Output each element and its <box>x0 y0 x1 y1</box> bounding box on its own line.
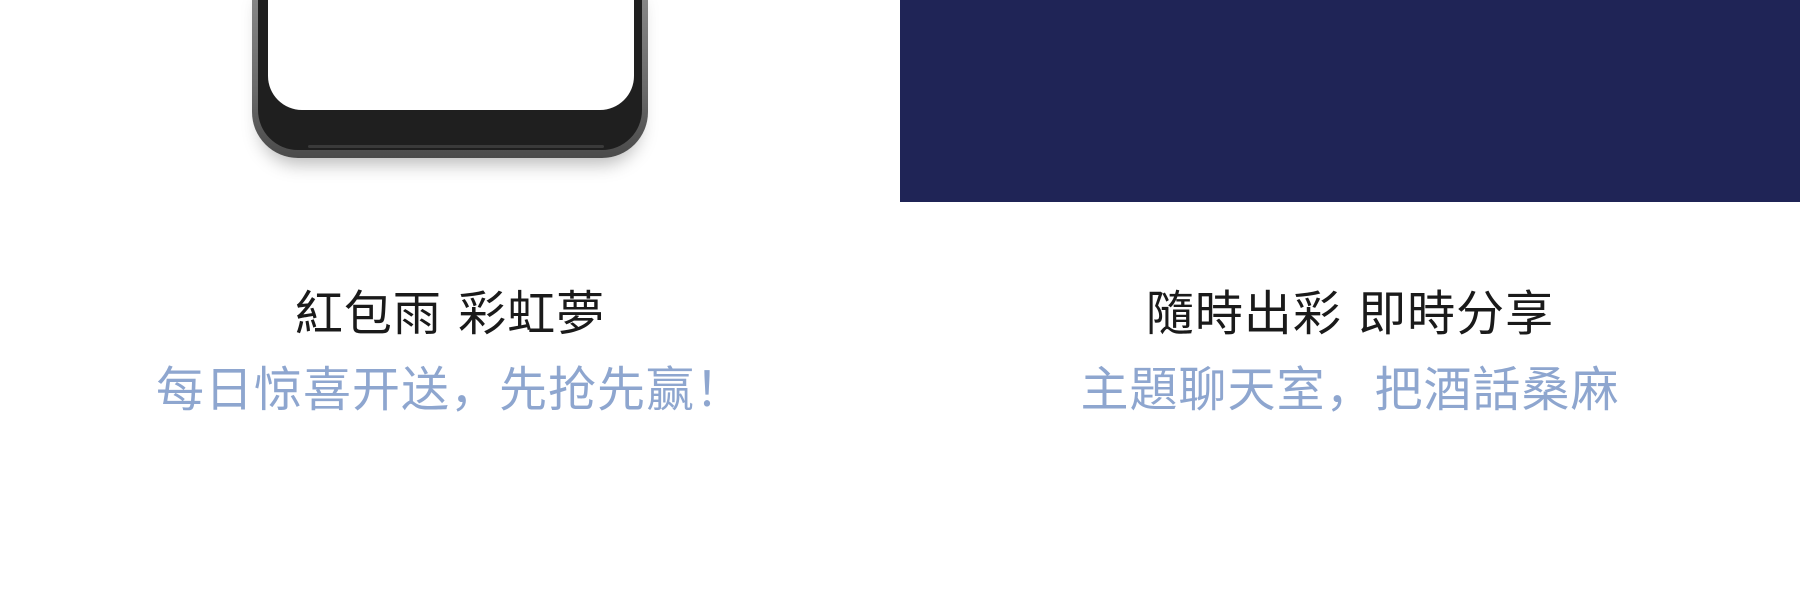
feature-subtitle: 主題聊天室，把酒話桑麻 <box>1080 362 1620 418</box>
phone-body <box>258 0 642 150</box>
feature-title: 隨時出彩 即時分享 <box>1145 286 1555 342</box>
feature-title: 紅包雨 彩虹夢 <box>294 286 606 342</box>
phone-edge-highlight <box>308 145 604 148</box>
page: 紅包雨 彩虹夢 每日惊喜开送，先抢先赢！ 隨時出彩 即時分享 主題聊天室，把酒話… <box>0 0 1800 595</box>
feature-image-panel <box>900 0 1800 202</box>
feature-subtitle: 每日惊喜开送，先抢先赢！ <box>155 362 744 418</box>
feature-right: 隨時出彩 即時分享 主題聊天室，把酒話桑麻 <box>900 282 1800 422</box>
phone-screen <box>268 0 634 110</box>
phone-mockup <box>252 0 648 160</box>
feature-left: 紅包雨 彩虹夢 每日惊喜开送，先抢先赢！ <box>0 282 900 422</box>
